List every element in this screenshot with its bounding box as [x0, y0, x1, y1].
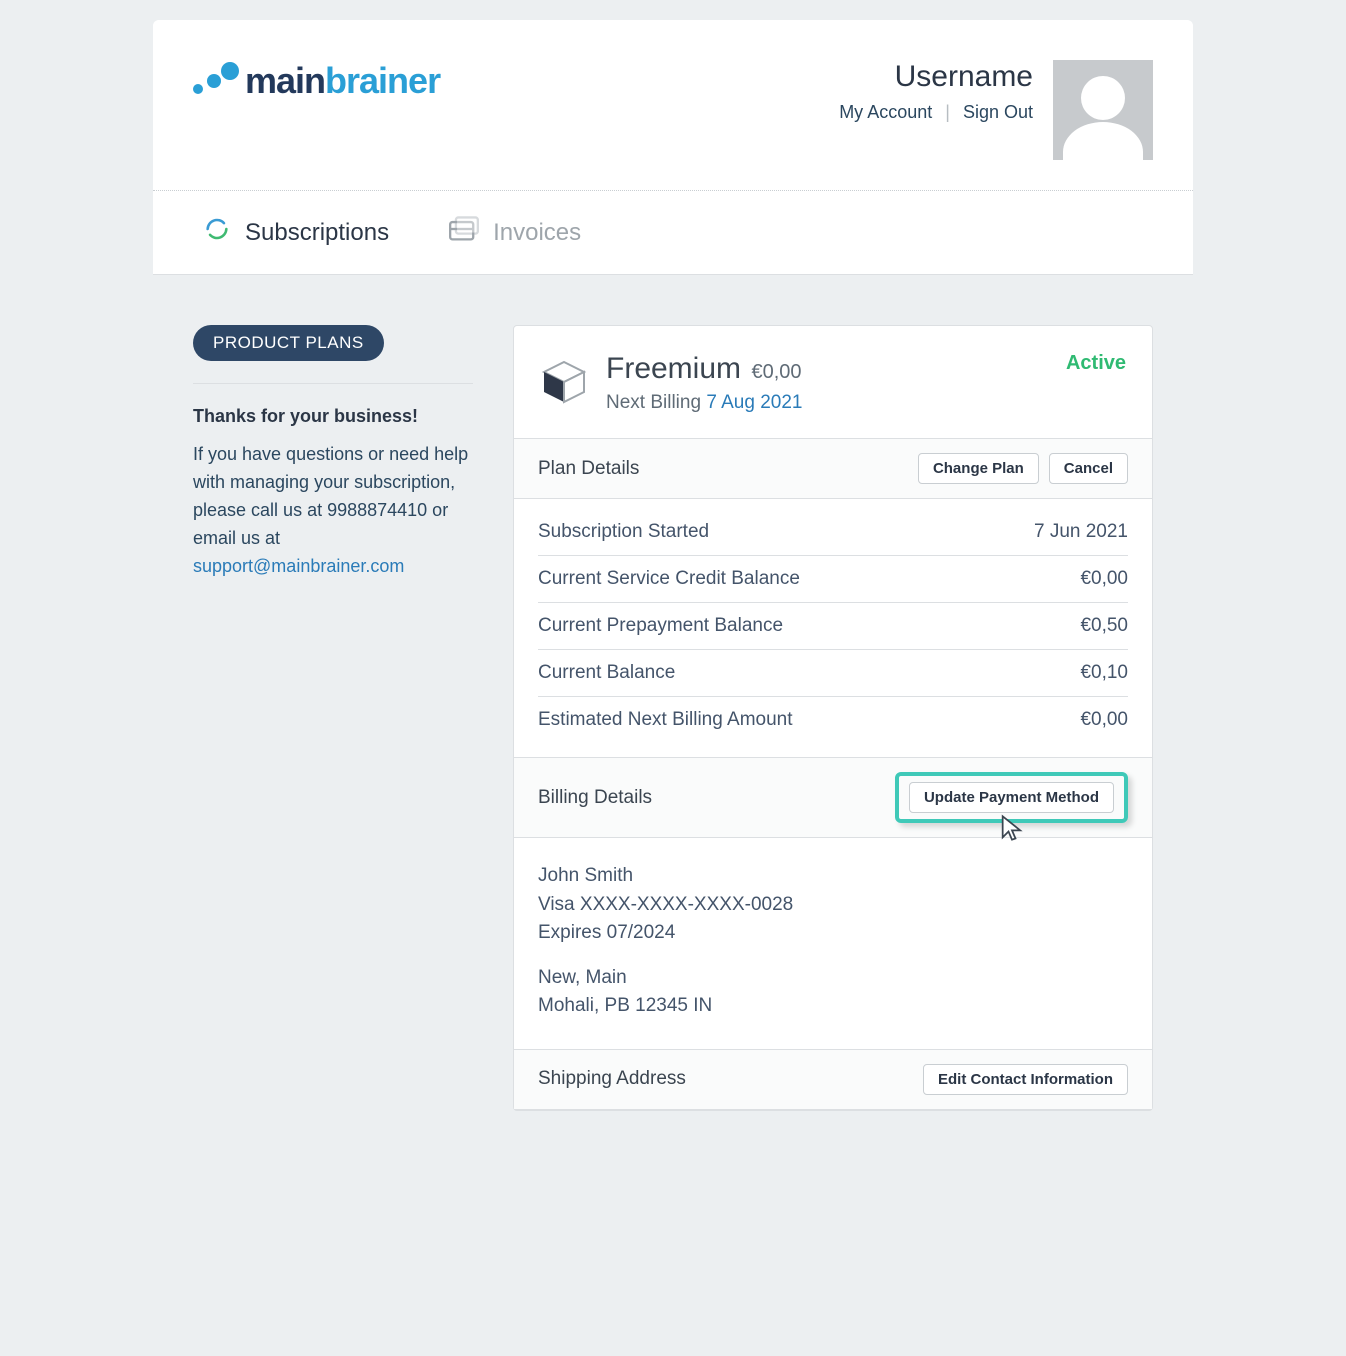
- header: mainbrainer Username My Account | Sign O…: [153, 20, 1193, 190]
- edit-contact-button[interactable]: Edit Contact Information: [923, 1064, 1128, 1095]
- billing-expires: Expires 07/2024: [538, 919, 1128, 948]
- sidebar-separator: [193, 383, 473, 384]
- cube-icon: [540, 358, 588, 406]
- sidebar: PRODUCT PLANS Thanks for your business! …: [193, 325, 473, 1111]
- sign-out-link[interactable]: Sign Out: [963, 102, 1033, 122]
- tab-subscriptions[interactable]: Subscriptions: [203, 215, 389, 250]
- refresh-icon: [203, 215, 231, 250]
- plan-details-rows: Subscription Started 7 Jun 2021 Current …: [514, 499, 1152, 757]
- billing-addr1: New, Main: [538, 964, 1128, 993]
- thanks-heading: Thanks for your business!: [193, 406, 473, 427]
- billing-details-title: Billing Details: [538, 787, 652, 809]
- plan-details-bar: Plan Details Change Plan Cancel: [514, 438, 1152, 499]
- page-root: mainbrainer Username My Account | Sign O…: [133, 0, 1213, 1131]
- billing-card: Visa XXXX-XXXX-XXXX-0028: [538, 891, 1128, 920]
- main-card: mainbrainer Username My Account | Sign O…: [153, 20, 1193, 275]
- support-message: If you have questions or need help with …: [193, 441, 473, 580]
- plan-price: €0,00: [751, 361, 801, 383]
- cursor-icon: [1000, 814, 1024, 847]
- highlight-box: Update Payment Method: [895, 772, 1128, 823]
- username: Username: [839, 60, 1033, 94]
- tab-bar: Subscriptions Invoices: [153, 191, 1193, 275]
- billing-name: John Smith: [538, 862, 1128, 891]
- tab-invoices-label: Invoices: [493, 219, 581, 247]
- logo-text: mainbrainer: [245, 60, 440, 102]
- table-row: Current Service Credit Balance €0,00: [538, 556, 1128, 603]
- my-account-link[interactable]: My Account: [839, 102, 932, 122]
- update-payment-button[interactable]: Update Payment Method: [909, 782, 1114, 813]
- plan-header: Freemium €0,00 Next Billing 7 Aug 2021 A…: [514, 326, 1152, 438]
- product-plans-pill: PRODUCT PLANS: [193, 325, 384, 361]
- table-row: Subscription Started 7 Jun 2021: [538, 509, 1128, 556]
- shipping-title: Shipping Address: [538, 1068, 686, 1090]
- billing-addr2: Mohali, PB 12345 IN: [538, 992, 1128, 1021]
- table-row: Current Prepayment Balance €0,50: [538, 603, 1128, 650]
- billing-details-bar: Billing Details Update Payment Method: [514, 757, 1152, 838]
- tab-invoices[interactable]: Invoices: [449, 215, 581, 250]
- plan-panel: Freemium €0,00 Next Billing 7 Aug 2021 A…: [513, 325, 1153, 1111]
- support-email-link[interactable]: support@mainbrainer.com: [193, 556, 404, 576]
- next-billing: Next Billing 7 Aug 2021: [606, 392, 802, 414]
- cancel-plan-button[interactable]: Cancel: [1049, 453, 1128, 484]
- shipping-bar: Shipping Address Edit Contact Informatio…: [514, 1049, 1152, 1110]
- billing-body: John Smith Visa XXXX-XXXX-XXXX-0028 Expi…: [514, 838, 1152, 1049]
- user-block: Username My Account | Sign Out: [839, 60, 1153, 160]
- logo-icon: [193, 62, 235, 100]
- plan-details-title: Plan Details: [538, 458, 639, 480]
- table-row: Current Balance €0,10: [538, 650, 1128, 697]
- tab-subscriptions-label: Subscriptions: [245, 219, 389, 247]
- invoice-icon: [449, 215, 479, 250]
- logo: mainbrainer: [193, 60, 440, 102]
- body-area: PRODUCT PLANS Thanks for your business! …: [153, 275, 1193, 1111]
- plan-name: Freemium: [606, 352, 741, 385]
- change-plan-button[interactable]: Change Plan: [918, 453, 1039, 484]
- next-billing-date: 7 Aug 2021: [706, 392, 802, 413]
- avatar[interactable]: [1053, 60, 1153, 160]
- status-badge: Active: [1066, 352, 1126, 375]
- table-row: Estimated Next Billing Amount €0,00: [538, 697, 1128, 743]
